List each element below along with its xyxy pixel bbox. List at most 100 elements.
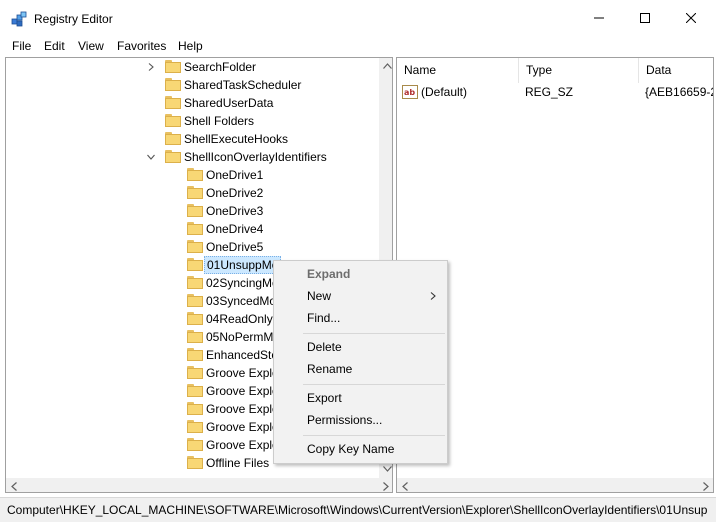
status-bar: Computer\HKEY_LOCAL_MACHINE\SOFTWARE\Mic… bbox=[0, 497, 716, 522]
string-value-icon: ab bbox=[402, 85, 418, 99]
value-data: {AEB16659-2 bbox=[645, 85, 714, 99]
folder-icon bbox=[187, 258, 203, 271]
folder-icon bbox=[165, 60, 181, 73]
tree-horizontal-scrollbar[interactable] bbox=[6, 478, 392, 492]
folder-icon bbox=[187, 168, 203, 181]
tree-item[interactable]: SharedUserData bbox=[147, 94, 376, 112]
tree-item[interactable]: Shell Folders bbox=[147, 112, 376, 130]
folder-icon bbox=[165, 96, 181, 109]
context-menu-copy-key-name[interactable]: Copy Key Name bbox=[274, 438, 447, 460]
tree-item-label: SharedTaskScheduler bbox=[184, 78, 302, 92]
tree-item[interactable]: SharedTaskScheduler bbox=[147, 76, 376, 94]
tree-item[interactable]: OneDrive1 bbox=[169, 166, 376, 184]
folder-icon bbox=[165, 150, 181, 163]
context-menu-find[interactable]: Find... bbox=[274, 307, 447, 329]
tree-item-label: OneDrive1 bbox=[206, 168, 264, 182]
menu-edit[interactable]: Edit bbox=[44, 39, 65, 53]
tree-item-label: 03SyncedMo bbox=[206, 294, 277, 308]
tree-item-label: OneDrive5 bbox=[206, 240, 264, 254]
folder-icon bbox=[187, 294, 203, 307]
tree-item[interactable]: OneDrive2 bbox=[169, 184, 376, 202]
close-button[interactable] bbox=[668, 0, 714, 36]
maximize-icon bbox=[640, 13, 650, 23]
tree-item-label: ShellExecuteHooks bbox=[184, 132, 289, 146]
tree-item-label: EnhancedSto bbox=[206, 348, 279, 362]
tree-item[interactable]: OneDrive5 bbox=[169, 238, 376, 256]
expand-chevron-icon[interactable] bbox=[147, 63, 155, 71]
tree-item-label: Groove Explo bbox=[206, 384, 279, 398]
context-menu-delete[interactable]: Delete bbox=[274, 336, 447, 358]
tree-item[interactable]: OneDrive3 bbox=[169, 202, 376, 220]
folder-icon bbox=[187, 186, 203, 199]
folder-icon bbox=[165, 114, 181, 127]
folder-icon bbox=[187, 420, 203, 433]
menu-separator bbox=[303, 333, 445, 334]
scroll-left-arrow-icon[interactable] bbox=[11, 482, 17, 491]
menu-help[interactable]: Help bbox=[178, 39, 203, 53]
tree-item-label: ShellIconOverlayIdentifiers bbox=[184, 150, 327, 164]
menu-bar: File Edit View Favorites Help bbox=[0, 36, 716, 56]
context-menu-permissions[interactable]: Permissions... bbox=[274, 409, 447, 431]
column-header-name[interactable]: Name bbox=[397, 58, 519, 83]
menu-view[interactable]: View bbox=[78, 39, 104, 53]
tree-item[interactable]: OneDrive4 bbox=[169, 220, 376, 238]
collapse-chevron-icon[interactable] bbox=[147, 153, 155, 161]
minimize-icon bbox=[594, 17, 604, 19]
tree-item-label: Groove Explo bbox=[206, 366, 279, 380]
context-menu-export[interactable]: Export bbox=[274, 387, 447, 409]
scroll-down-arrow-icon[interactable] bbox=[383, 466, 392, 472]
context-menu: Expand New Find... Delete Rename Export … bbox=[273, 260, 448, 464]
value-type: REG_SZ bbox=[525, 85, 574, 99]
tree-item-label: 05NoPermMo bbox=[206, 330, 281, 344]
tree-item-label: SharedUserData bbox=[184, 96, 274, 110]
column-header-data[interactable]: Data bbox=[639, 58, 713, 83]
tree-item-label: 04ReadOnlyM bbox=[206, 312, 283, 326]
title-bar: Registry Editor bbox=[0, 0, 716, 36]
folder-icon bbox=[187, 222, 203, 235]
svg-text:ab: ab bbox=[404, 88, 415, 97]
folder-icon bbox=[187, 348, 203, 361]
tree-item-label: OneDrive2 bbox=[206, 186, 264, 200]
close-icon bbox=[686, 13, 696, 23]
context-menu-expand[interactable]: Expand bbox=[274, 263, 447, 285]
submenu-arrow-icon bbox=[430, 292, 436, 300]
tree-item-label: Groove Explo bbox=[206, 420, 279, 434]
folder-icon bbox=[165, 78, 181, 91]
menu-file[interactable]: File bbox=[12, 39, 31, 53]
folder-icon bbox=[187, 384, 203, 397]
folder-icon bbox=[187, 276, 203, 289]
context-menu-new[interactable]: New bbox=[274, 285, 447, 307]
folder-icon bbox=[187, 438, 203, 451]
scroll-left-arrow-icon[interactable] bbox=[402, 482, 408, 491]
scroll-up-arrow-icon[interactable] bbox=[383, 63, 392, 69]
folder-icon bbox=[187, 204, 203, 217]
tree-item[interactable]: ShellExecuteHooks bbox=[147, 130, 376, 148]
tree-item-label: 01UnsuppMo bbox=[204, 256, 282, 274]
maximize-button[interactable] bbox=[622, 0, 668, 36]
tree-item-label: 02SyncingMo bbox=[206, 276, 279, 290]
tree-item-label: OneDrive4 bbox=[206, 222, 264, 236]
menu-separator bbox=[303, 435, 445, 436]
column-header-type[interactable]: Type bbox=[519, 58, 639, 83]
tree-item-label: OneDrive3 bbox=[206, 204, 264, 218]
folder-icon bbox=[187, 330, 203, 343]
menu-favorites[interactable]: Favorites bbox=[117, 39, 166, 53]
scroll-right-arrow-icon[interactable] bbox=[703, 482, 709, 491]
folder-icon bbox=[165, 132, 181, 145]
minimize-button[interactable] bbox=[576, 0, 622, 36]
value-name: (Default) bbox=[421, 85, 468, 99]
context-menu-rename[interactable]: Rename bbox=[274, 358, 447, 380]
registry-path: Computer\HKEY_LOCAL_MACHINE\SOFTWARE\Mic… bbox=[7, 503, 707, 517]
value-row[interactable]: ab (Default) REG_SZ {AEB16659-2 bbox=[402, 83, 714, 101]
tree-item[interactable]: ShellIconOverlayIdentifiers bbox=[147, 148, 376, 166]
tree-item-label: SearchFolder bbox=[184, 60, 257, 74]
scroll-right-arrow-icon[interactable] bbox=[383, 482, 389, 491]
folder-icon bbox=[187, 402, 203, 415]
folder-icon bbox=[187, 240, 203, 253]
tree-item[interactable]: SearchFolder bbox=[147, 58, 376, 76]
folder-icon bbox=[187, 456, 203, 469]
registry-editor-icon bbox=[11, 11, 27, 27]
values-horizontal-scrollbar[interactable] bbox=[397, 478, 713, 492]
tree-item-label: Groove Explo bbox=[206, 438, 279, 452]
menu-separator bbox=[303, 384, 445, 385]
